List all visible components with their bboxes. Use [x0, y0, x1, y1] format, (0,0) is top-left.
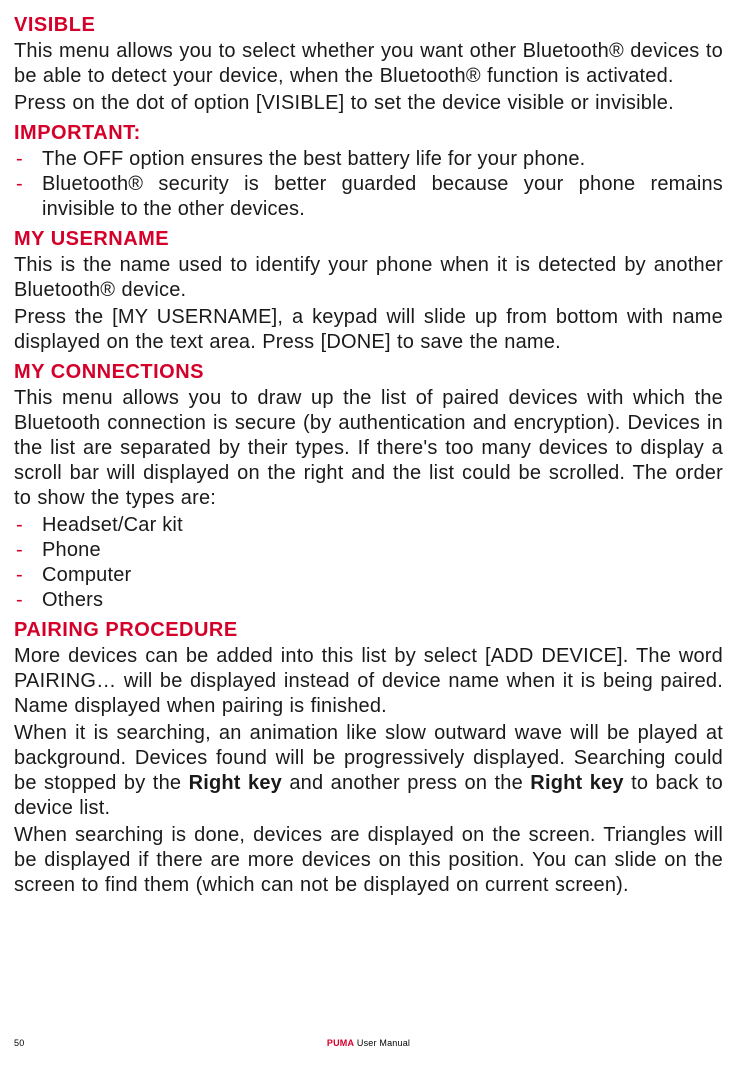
device-types-list: Headset/Car kit Phone Computer Others	[14, 513, 723, 613]
manual-label: User Manual	[354, 1038, 410, 1048]
paragraph: This menu allows you to draw up the list…	[14, 386, 723, 511]
paragraph: This menu allows you to select whether y…	[14, 39, 723, 89]
bold-right-key: Right key	[530, 772, 623, 794]
important-list: The OFF option ensures the best battery …	[14, 147, 723, 222]
heading-pairing-procedure: PAIRING PROCEDURE	[14, 619, 723, 642]
footer-title: PUMA User Manual	[327, 1038, 410, 1048]
heading-visible: VISIBLE	[14, 14, 723, 37]
paragraph: More devices can be added into this list…	[14, 644, 723, 719]
paragraph: This is the name used to identify your p…	[14, 253, 723, 303]
list-item: The OFF option ensures the best battery …	[14, 147, 723, 172]
bold-right-key: Right key	[189, 772, 282, 794]
footer: 50 PUMA User Manual 50	[14, 1038, 723, 1048]
brand-name: PUMA	[327, 1038, 354, 1048]
list-item: Others	[14, 588, 723, 613]
list-item: Bluetooth® security is better guarded be…	[14, 172, 723, 222]
heading-important: IMPORTANT:	[14, 122, 723, 145]
paragraph: Press on the dot of option [VISIBLE] to …	[14, 91, 723, 116]
paragraph: When searching is done, devices are disp…	[14, 823, 723, 898]
heading-my-username: MY USERNAME	[14, 228, 723, 251]
heading-my-connections: MY CONNECTIONS	[14, 361, 723, 384]
list-item: Computer	[14, 563, 723, 588]
paragraph: When it is searching, an animation like …	[14, 721, 723, 821]
paragraph: Press the [MY USERNAME], a keypad will s…	[14, 305, 723, 355]
list-item: Phone	[14, 538, 723, 563]
page-number: 50	[14, 1038, 24, 1048]
list-item: Headset/Car kit	[14, 513, 723, 538]
text-run: and another press on the	[282, 772, 530, 794]
